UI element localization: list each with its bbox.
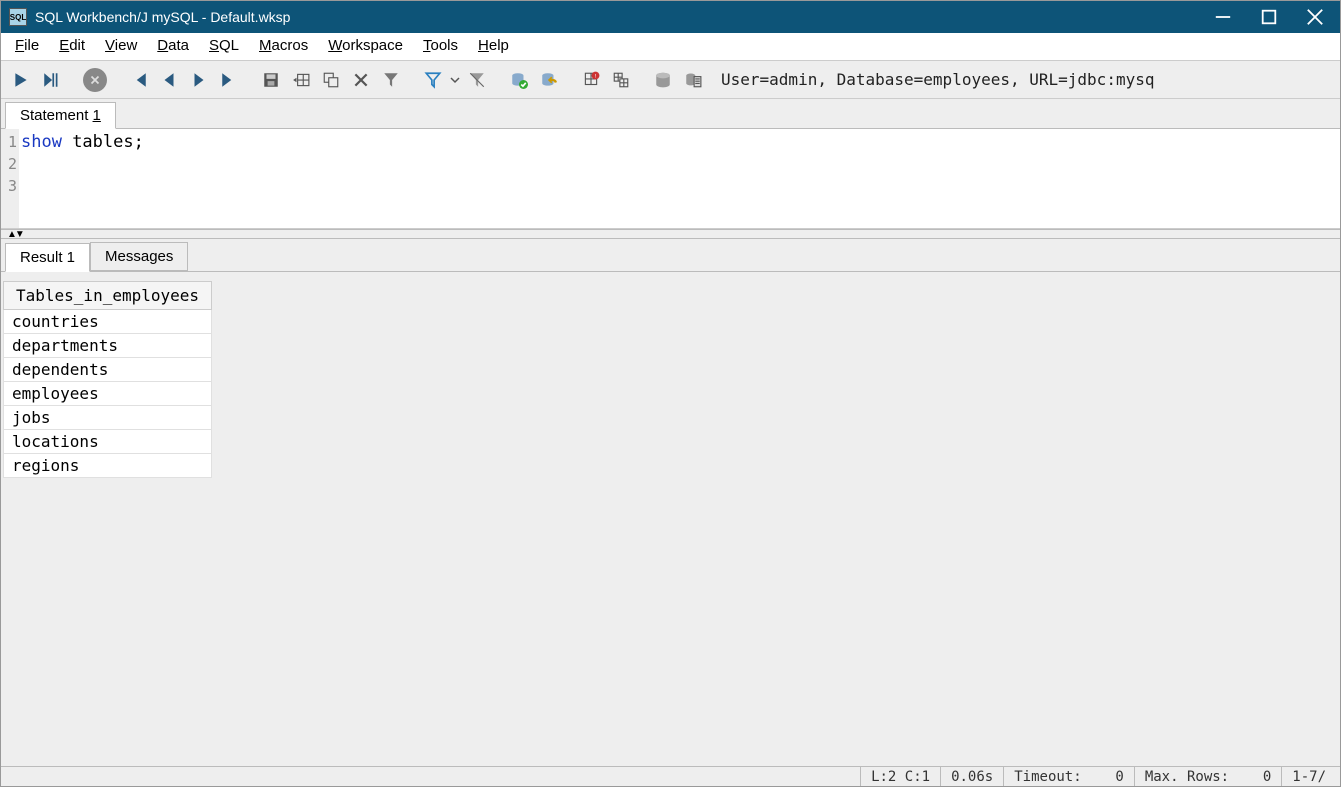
save-button[interactable] — [257, 66, 285, 94]
execute-current-button[interactable] — [37, 66, 65, 94]
statement-tabs: Statement 1 — [1, 99, 1340, 129]
code-area[interactable]: show tables; — [19, 129, 1340, 228]
stop-button[interactable] — [83, 68, 107, 92]
append-results-button[interactable]: ! — [577, 66, 605, 94]
toolbar: ! User=admin, Database=employees, URL=jd… — [1, 61, 1340, 99]
db-list-button[interactable] — [679, 66, 707, 94]
exec-time: 0.06s — [940, 767, 1003, 786]
table-cell[interactable]: locations — [4, 430, 212, 454]
close-icon — [1306, 8, 1324, 26]
minimize-icon — [1214, 8, 1232, 26]
table-row[interactable]: departments — [4, 334, 212, 358]
next-icon — [190, 71, 208, 89]
maxrows-value[interactable]: 0 — [1263, 769, 1271, 785]
table-cell[interactable]: employees — [4, 382, 212, 406]
app-icon: SQL — [9, 8, 27, 26]
grid-multi-icon — [612, 71, 630, 89]
column-header[interactable]: Tables_in_employees — [4, 282, 212, 310]
grid-arrow-icon — [292, 71, 310, 89]
menu-sql[interactable]: SQL — [199, 33, 249, 60]
row-range: 1-7/ — [1281, 767, 1336, 786]
timeout-value[interactable]: 0 — [1115, 769, 1123, 785]
prev-icon — [160, 71, 178, 89]
next-button[interactable] — [185, 66, 213, 94]
prev-button[interactable] — [155, 66, 183, 94]
grid-options-button[interactable] — [607, 66, 635, 94]
table-row[interactable]: locations — [4, 430, 212, 454]
tab-label: Statement — [20, 107, 93, 124]
menu-help[interactable]: Help — [468, 33, 519, 60]
database-list-icon — [684, 71, 702, 89]
table-cell[interactable]: regions — [4, 454, 212, 478]
table-cell[interactable]: departments — [4, 334, 212, 358]
result-area: Tables_in_employees countriesdepartments… — [1, 271, 1340, 766]
table-cell[interactable]: countries — [4, 310, 212, 334]
play-icon — [12, 71, 30, 89]
maximize-icon — [1260, 8, 1278, 26]
table-row[interactable]: jobs — [4, 406, 212, 430]
grid-warn-icon: ! — [582, 71, 600, 89]
last-button[interactable] — [215, 66, 243, 94]
maxrows-label: Max. Rows: 0 — [1134, 767, 1281, 786]
sql-editor[interactable]: 123 show tables; — [1, 129, 1340, 229]
window-title: SQL Workbench/J mySQL - Default.wksp — [35, 9, 1200, 25]
menu-workspace[interactable]: Workspace — [318, 33, 413, 60]
db-undo-icon — [540, 71, 558, 89]
save-icon — [262, 71, 280, 89]
tab-num: 1 — [93, 107, 101, 124]
funnel-icon — [382, 71, 400, 89]
grid-copy-icon — [322, 71, 340, 89]
table-cell[interactable]: jobs — [4, 406, 212, 430]
insert-row-button[interactable] — [287, 66, 315, 94]
maximize-button[interactable] — [1246, 2, 1292, 32]
statement-tab[interactable]: Statement 1 — [5, 102, 116, 129]
table-row[interactable]: countries — [4, 310, 212, 334]
play-cursor-icon — [42, 71, 60, 89]
table-row[interactable]: regions — [4, 454, 212, 478]
stop-icon — [88, 73, 102, 87]
menu-data[interactable]: Data — [147, 33, 199, 60]
statusbar: L:2 C:1 0.06s Timeout: 0 Max. Rows: 0 1-… — [1, 766, 1340, 786]
cursor-position: L:2 C:1 — [860, 767, 940, 786]
first-icon — [130, 71, 148, 89]
commit-button[interactable] — [505, 66, 533, 94]
database-icon — [654, 71, 672, 89]
filter-open-button[interactable] — [419, 66, 447, 94]
copy-row-button[interactable] — [317, 66, 345, 94]
delete-row-button[interactable] — [347, 66, 375, 94]
menubar: FileEditViewDataSQLMacrosWorkspaceToolsH… — [1, 33, 1340, 61]
filter-clear-button[interactable] — [463, 66, 491, 94]
last-icon — [220, 71, 238, 89]
funnel-clear-icon — [468, 71, 486, 89]
minimize-button[interactable] — [1200, 2, 1246, 32]
splitter[interactable]: ▲▼ — [1, 229, 1340, 239]
table-cell[interactable]: dependents — [4, 358, 212, 382]
result-table[interactable]: Tables_in_employees countriesdepartments… — [3, 281, 212, 478]
menu-view[interactable]: View — [95, 33, 147, 60]
connection-info: User=admin, Database=employees, URL=jdbc… — [721, 70, 1154, 89]
result-tabs: Result 1Messages — [1, 239, 1340, 271]
delete-icon — [352, 71, 370, 89]
menu-tools[interactable]: Tools — [413, 33, 468, 60]
titlebar: SQL SQL Workbench/J mySQL - Default.wksp — [1, 1, 1340, 33]
filter-dropdown-button[interactable] — [449, 66, 461, 94]
table-row[interactable]: dependents — [4, 358, 212, 382]
menu-file[interactable]: File — [5, 33, 49, 60]
menu-macros[interactable]: Macros — [249, 33, 318, 60]
line-gutter: 123 — [1, 129, 19, 228]
chevron-down-icon — [450, 75, 460, 85]
rollback-button[interactable] — [535, 66, 563, 94]
result-tab-messages[interactable]: Messages — [90, 242, 188, 271]
first-button[interactable] — [125, 66, 153, 94]
close-button[interactable] — [1292, 2, 1338, 32]
funnel-outline-icon — [424, 71, 442, 89]
timeout-label: Timeout: 0 — [1003, 767, 1134, 786]
filter-button[interactable] — [377, 66, 405, 94]
table-row[interactable]: employees — [4, 382, 212, 406]
db-check-icon — [510, 71, 528, 89]
execute-button[interactable] — [7, 66, 35, 94]
menu-edit[interactable]: Edit — [49, 33, 95, 60]
result-tab-result-1[interactable]: Result 1 — [5, 243, 90, 272]
db-explorer-button[interactable] — [649, 66, 677, 94]
